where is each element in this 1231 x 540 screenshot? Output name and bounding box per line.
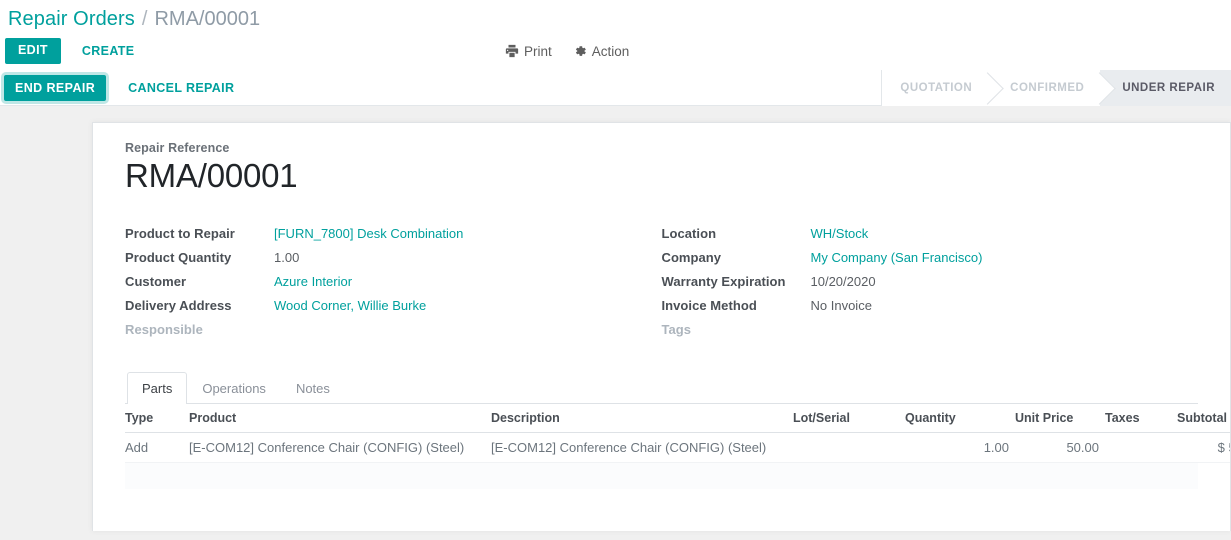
column-header-unit-price[interactable]: Unit Price [1015,403,1105,433]
column-header-taxes[interactable]: Taxes [1105,403,1177,433]
gear-icon [573,44,587,58]
field-value[interactable]: [FURN_7800] Desk Combination [274,226,463,241]
stage-pill-under-repair[interactable]: UNDER REPAIR [1100,70,1231,106]
field-responsible: Responsible [125,322,662,346]
stage-label: CONFIRMED [1010,82,1085,94]
field-label: Warranty Expiration [661,273,786,289]
field-label: Responsible [125,321,203,337]
breadcrumb-current: RMA/00001 [154,7,261,30]
notebook-tabs: Parts Operations Notes [125,371,1198,404]
column-header-lot-serial[interactable]: Lot/Serial [793,403,905,433]
field-tags: Tags [662,322,1199,346]
create-button[interactable]: CREATE [70,38,147,64]
field-value[interactable]: Wood Corner, Willie Burke [274,298,426,313]
table-empty-filler [125,462,1198,489]
sheet-container: Repair Reference RMA/00001 Product to Re… [0,106,1231,531]
field-value[interactable]: Azure Interior [274,274,352,289]
field-label: Tags [661,321,692,337]
printer-icon [505,44,519,58]
field-product-to-repair: Product to Repair [FURN_7800] Desk Combi… [125,226,662,250]
stage-pill-quotation[interactable]: QUOTATION [882,70,989,106]
column-header-quantity[interactable]: Quantity [905,403,1015,433]
print-label: Print [524,43,552,59]
table-row[interactable]: Add [E-COM12] Conference Chair (CONFIG) … [125,432,1230,463]
cell-unit-price[interactable]: 50.00 [1015,432,1105,463]
field-warranty-expiration: Warranty Expiration 10/20/2020 [662,274,1199,298]
field-product-quantity: Product Quantity 1.00 [125,250,662,274]
action-label: Action [591,43,630,59]
tab-parts[interactable]: Parts [127,371,188,404]
field-location: Location WH/Stock [662,226,1199,250]
notebook: Parts Operations Notes Type Product Desc… [125,371,1230,489]
table-header-row: Type Product Description Lot/Serial Quan… [125,403,1230,433]
field-company: Company My Company (San Francisco) [662,250,1199,274]
stage-label: UNDER REPAIR [1122,82,1215,94]
tab-operations[interactable]: Operations [187,372,281,404]
control-panel: EDIT CREATE Print Action [0,32,1231,70]
field-value: 10/20/2020 [810,273,876,289]
cell-quantity[interactable]: 1.00 [905,432,1015,463]
print-menu[interactable]: Print [505,44,552,59]
form-sheet: Repair Reference RMA/00001 Product to Re… [92,122,1231,531]
breadcrumb-separator: / [141,7,148,30]
cell-type[interactable]: Add [125,432,189,463]
cell-description[interactable]: [E-COM12] Conference Chair (CONFIG) (Ste… [491,432,793,463]
parts-table: Type Product Description Lot/Serial Quan… [125,403,1230,463]
field-label: Product Quantity [125,249,232,265]
cell-product[interactable]: [E-COM12] Conference Chair (CONFIG) (Ste… [189,432,491,463]
breadcrumb-root-link[interactable]: Repair Orders [8,8,135,31]
field-customer: Customer Azure Interior [125,274,662,298]
column-header-type[interactable]: Type [125,403,189,433]
form-group-left: Product to Repair [FURN_7800] Desk Combi… [125,226,662,346]
stage-pills: QUOTATION CONFIRMED UNDER REPAIR [881,70,1231,106]
end-repair-button[interactable]: END REPAIR [0,71,110,104]
repair-reference-label: Repair Reference [125,141,230,155]
field-label: Product to Repair [125,225,235,241]
cancel-repair-button[interactable]: CANCEL REPAIR [118,75,244,101]
stage-pill-confirmed[interactable]: CONFIRMED [988,70,1101,106]
column-header-subtotal[interactable]: Subtotal [1177,403,1230,433]
field-value: No Invoice [810,297,872,313]
stage-label: QUOTATION [900,82,973,94]
cell-taxes[interactable] [1105,432,1177,463]
field-value: 1.00 [274,249,300,265]
tab-notes[interactable]: Notes [281,372,345,404]
field-value[interactable]: WH/Stock [811,226,869,241]
field-delivery-address: Delivery Address Wood Corner, Willie Bur… [125,298,662,322]
field-label: Location [661,225,717,241]
field-label: Company [661,249,722,265]
field-value[interactable]: My Company (San Francisco) [811,250,983,265]
form-groups: Product to Repair [FURN_7800] Desk Combi… [125,226,1198,346]
cell-subtotal[interactable]: $ 50.00 [1177,432,1230,463]
field-label: Invoice Method [661,297,757,313]
page-title: RMA/00001 [125,157,298,194]
action-menu[interactable]: Action [573,43,630,59]
field-invoice-method: Invoice Method No Invoice [662,298,1199,322]
field-label: Customer [125,273,187,289]
breadcrumb: Repair Orders / RMA/00001 [0,0,1231,32]
column-header-description[interactable]: Description [491,403,793,433]
cell-lot-serial[interactable] [793,432,905,463]
edit-button[interactable]: EDIT [5,38,61,64]
control-panel-tools: Print Action [505,32,629,70]
statusbar: END REPAIR CANCEL REPAIR QUOTATION CONFI… [0,70,1231,106]
column-header-product[interactable]: Product [189,403,491,433]
field-label: Delivery Address [125,297,232,313]
form-group-right: Location WH/Stock Company My Company (Sa… [662,226,1199,346]
